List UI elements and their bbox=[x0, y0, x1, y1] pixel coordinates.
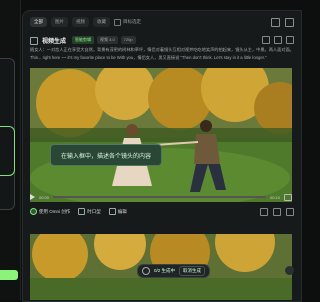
target-checkbox[interactable]: 目标选定 bbox=[114, 18, 141, 26]
generation-status: 0/2 生成中 取消生成 bbox=[137, 264, 211, 278]
filter-tabs: 全部 图片 视频 收藏 目标选定 bbox=[30, 17, 141, 27]
layout-icon[interactable] bbox=[285, 18, 294, 27]
grid-icon[interactable] bbox=[271, 18, 280, 27]
cancel-generation-button[interactable]: 取消生成 bbox=[179, 266, 206, 276]
more-icon[interactable] bbox=[286, 208, 294, 216]
edit-label: 编辑 bbox=[117, 208, 127, 214]
download-icon[interactable] bbox=[260, 208, 268, 216]
time-current: 00:00 bbox=[39, 194, 50, 200]
edit-button[interactable]: 编辑 bbox=[108, 208, 127, 215]
checkbox-icon bbox=[114, 18, 121, 26]
omni-create-button[interactable]: 使用 Omni 创作 bbox=[30, 208, 70, 215]
prompt-text-line1: 随女人：一对恋人正在享受大自然，背景有茂密的树林和草坪，情侣对着镜头互相对视并吃… bbox=[30, 47, 292, 52]
video-player[interactable] bbox=[30, 68, 292, 202]
edit-icon bbox=[108, 208, 116, 215]
edit-icon[interactable] bbox=[274, 36, 282, 44]
refresh-icon[interactable] bbox=[286, 36, 294, 44]
fullscreen-icon[interactable] bbox=[284, 193, 292, 201]
scroll-top-button[interactable] bbox=[285, 266, 294, 275]
video-actions: 使用 Omni 创作 时口型 编辑 bbox=[30, 208, 127, 215]
view-controls bbox=[271, 18, 294, 27]
checkbox-label: 目标选定 bbox=[123, 19, 141, 24]
lip-sync-label: 时口型 bbox=[87, 208, 101, 214]
shot-hint-tooltip: 在输入框中，描述各个镜头的内容 bbox=[50, 144, 162, 166]
panel-header: 视频生成 bbox=[30, 36, 66, 45]
omni-icon bbox=[30, 208, 37, 215]
tag-resolution: 720p bbox=[120, 36, 136, 44]
video-frame-image bbox=[30, 68, 292, 202]
copy-icon[interactable] bbox=[262, 36, 270, 44]
generate-button[interactable] bbox=[0, 270, 18, 280]
time-total: 00:10 bbox=[269, 194, 280, 200]
tab-all[interactable]: 全部 bbox=[30, 17, 47, 27]
panel-title: 视频生成 bbox=[42, 39, 67, 45]
prompt-text-line2: This... right here ~~ it's my favorite p… bbox=[30, 55, 267, 60]
tag-smart-edit: 智能剪辑 bbox=[72, 36, 94, 44]
video-extra-actions bbox=[260, 208, 294, 216]
play-icon[interactable] bbox=[30, 194, 35, 200]
tag-model: 视频 3.0 bbox=[97, 36, 118, 44]
progress-bar[interactable] bbox=[53, 196, 266, 198]
progress-ring-icon bbox=[142, 267, 150, 275]
omni-create-label: 使用 Omni 创作 bbox=[39, 208, 71, 214]
generation-status-text: 0/2 生成中 bbox=[154, 268, 176, 273]
video-icon bbox=[30, 36, 38, 45]
tab-videos[interactable]: 视频 bbox=[72, 17, 89, 27]
generation-tags: 智能剪辑 视频 3.0 720p bbox=[72, 36, 136, 44]
video-controls: 00:00 00:10 bbox=[30, 192, 292, 202]
tab-images[interactable]: 图片 bbox=[51, 17, 68, 27]
lip-sync-button[interactable]: 时口型 bbox=[78, 208, 101, 215]
favorite-icon[interactable] bbox=[273, 208, 281, 216]
tab-favorites[interactable]: 收藏 bbox=[93, 17, 110, 27]
header-actions bbox=[262, 36, 294, 44]
lip-sync-icon bbox=[78, 208, 86, 215]
shot-card-edge[interactable] bbox=[0, 126, 15, 176]
